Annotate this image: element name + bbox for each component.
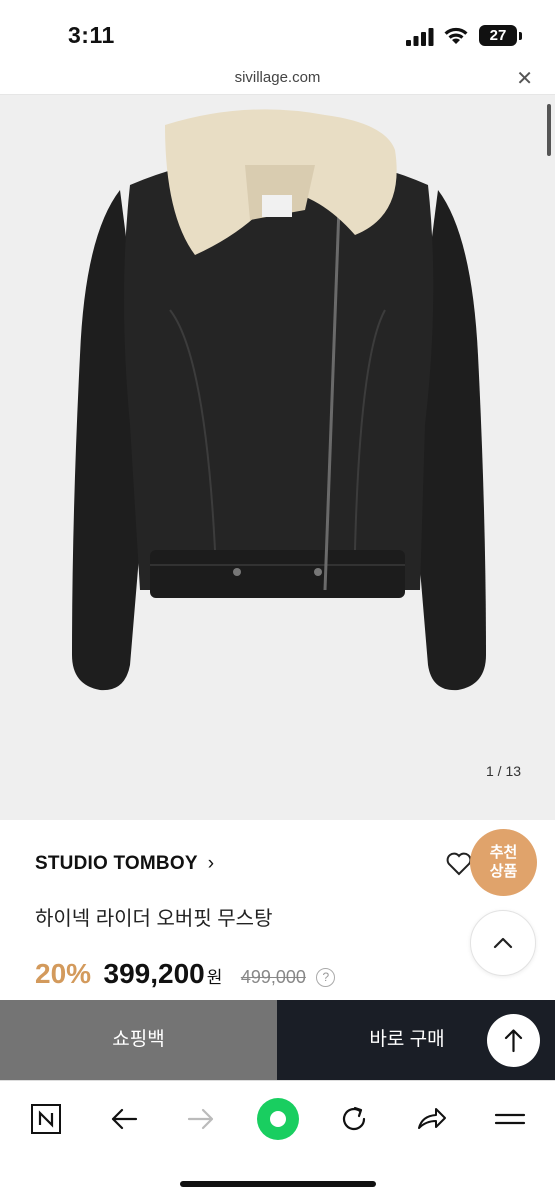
image-counter: 1 / 13 xyxy=(486,763,522,779)
url-text[interactable]: sivillage.com xyxy=(0,69,555,86)
chevron-up-icon xyxy=(493,937,513,949)
status-bar: 3:11 27 xyxy=(0,0,555,62)
discount-rate: 20% xyxy=(35,958,92,989)
info-icon[interactable]: ? xyxy=(316,968,336,987)
original-price: 499,000 xyxy=(240,967,306,987)
chevron-right-icon: › xyxy=(207,853,215,874)
reload-icon[interactable] xyxy=(330,1099,378,1139)
scroll-indicator[interactable] xyxy=(547,104,551,156)
recommend-button[interactable]: 추천 상품 xyxy=(470,829,537,896)
jacket-illustration xyxy=(72,109,486,691)
menu-icon[interactable] xyxy=(486,1099,534,1139)
home-indicator xyxy=(180,1181,376,1187)
status-time: 3:11 xyxy=(68,22,115,48)
currency: 원 xyxy=(206,968,223,987)
product-image[interactable] xyxy=(0,95,555,820)
share-icon[interactable] xyxy=(408,1099,456,1139)
sale-price: 399,200 xyxy=(103,958,205,989)
shopping-bag-button[interactable]: 쇼핑백 xyxy=(0,1000,277,1080)
naver-icon[interactable] xyxy=(22,1099,70,1139)
back-icon[interactable] xyxy=(100,1099,148,1139)
scroll-top-button[interactable] xyxy=(470,910,536,976)
brand-link[interactable]: STUDIO TOMBOY › xyxy=(35,853,214,875)
recommend-line2[interactable]: 상품 xyxy=(470,862,537,881)
close-icon[interactable]: ✕ xyxy=(516,66,533,91)
forward-icon[interactable] xyxy=(177,1099,225,1139)
battery-nub xyxy=(519,32,522,40)
url-bar[interactable]: sivillage.com ✕ xyxy=(0,62,555,95)
back-to-top-button[interactable] xyxy=(487,1014,540,1067)
brand-name[interactable]: STUDIO TOMBOY xyxy=(35,853,198,874)
recommend-line1[interactable]: 추천 xyxy=(470,829,537,862)
heart-icon[interactable] xyxy=(446,852,472,876)
battery-indicator: 27 xyxy=(479,25,517,46)
product-name: 하이넥 라이더 오버핏 무스탕 xyxy=(35,908,273,930)
arrow-up-icon xyxy=(504,1029,523,1053)
price-row: 20% 399,200 원 499,000 ? xyxy=(35,958,336,990)
green-dot-icon[interactable] xyxy=(254,1098,302,1140)
signal-icon xyxy=(406,28,434,46)
wifi-icon xyxy=(444,27,468,44)
